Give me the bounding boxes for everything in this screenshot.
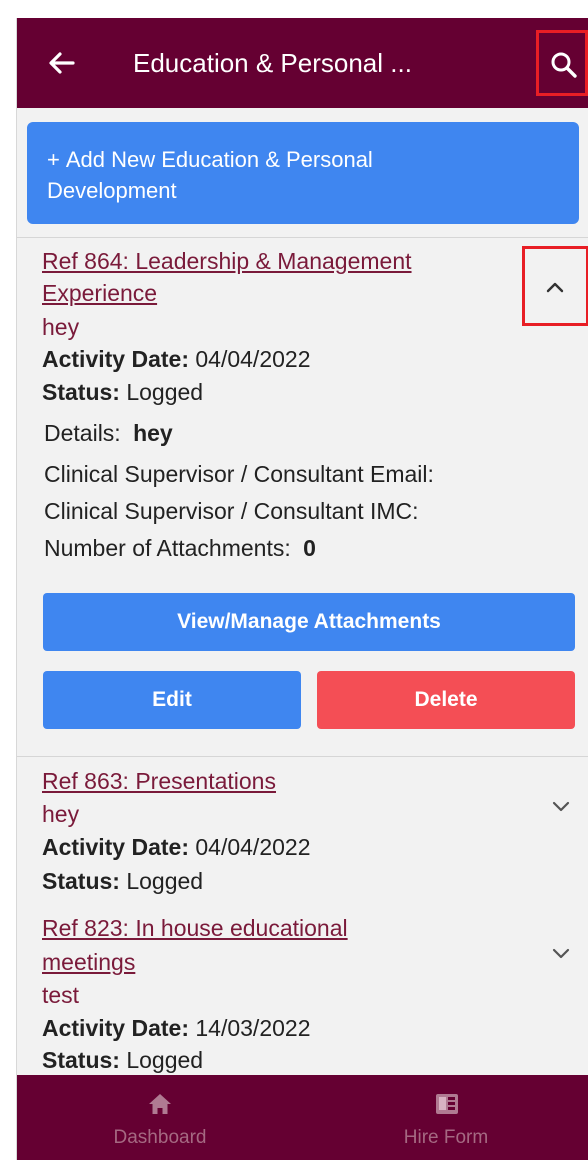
details-label: Details: <box>44 420 121 446</box>
supervisor-email-label: Clinical Supervisor / Consultant Email: <box>44 461 434 487</box>
status-value: Logged <box>126 868 204 894</box>
plus-icon: + <box>47 147 60 172</box>
entry-subtitle: hey <box>42 801 80 827</box>
details-row: Details: hey <box>44 420 173 447</box>
home-icon <box>149 1094 171 1114</box>
status-value: Logged <box>126 1047 204 1073</box>
add-button-label-line2: Development <box>47 178 177 203</box>
status-label: Status: <box>42 379 120 405</box>
activity-date-value: 04/04/2022 <box>195 834 311 860</box>
add-education-button[interactable]: + Add New Education & Personal Developmen… <box>27 122 579 224</box>
app-frame: Education & Personal ... + Add New Educat… <box>16 18 588 1160</box>
delete-button[interactable]: Delete <box>317 671 575 729</box>
status-value: Logged <box>126 379 204 405</box>
app-header: Education & Personal ... <box>17 18 588 108</box>
entry-title-link[interactable]: Ref 823: In house educational <box>42 915 348 942</box>
divider <box>17 756 588 757</box>
activity-date-row: Activity Date: 04/04/2022 <box>42 346 311 373</box>
activity-date-value: 14/03/2022 <box>195 1015 311 1041</box>
attachments-row: Number of Attachments: 0 <box>44 535 316 562</box>
page-title: Education & Personal ... <box>133 48 412 78</box>
activity-date-label: Activity Date: <box>42 1015 189 1041</box>
chevron-down-icon[interactable] <box>551 947 571 959</box>
search-button[interactable] <box>536 30 588 96</box>
arrow-left-icon <box>49 52 75 74</box>
nav-hire-form[interactable]: Hire Form <box>303 1075 588 1160</box>
attachments-label: Number of Attachments: <box>44 535 291 561</box>
entry-subtitle: hey <box>42 314 80 340</box>
entry-title-link-line2[interactable]: meetings <box>42 949 135 976</box>
activity-date-row: Activity Date: 04/04/2022 <box>42 834 311 861</box>
activity-date-label: Activity Date: <box>42 834 189 860</box>
view-attachments-button[interactable]: View/Manage Attachments <box>43 593 575 651</box>
activity-date-value: 04/04/2022 <box>195 346 311 372</box>
search-icon <box>551 52 577 78</box>
status-row: Status: Logged <box>42 868 203 895</box>
supervisor-imc-label: Clinical Supervisor / Consultant IMC: <box>44 498 419 524</box>
add-button-label-line1: Add New Education & Personal <box>65 147 373 172</box>
entry-title-link[interactable]: Ref 863: Presentations <box>42 768 276 795</box>
back-button[interactable] <box>45 46 79 80</box>
divider <box>17 237 588 238</box>
status-row: Status: Logged <box>42 1047 203 1074</box>
status-label: Status: <box>42 868 120 894</box>
entry-title-link-line2[interactable]: Experience <box>42 280 157 307</box>
activity-date-label: Activity Date: <box>42 346 189 372</box>
nav-hire-form-label: Hire Form <box>403 1127 489 1148</box>
attachments-count: 0 <box>303 535 316 561</box>
status-label: Status: <box>42 1047 120 1073</box>
bottom-navigation: Dashboard Hire Form <box>17 1075 588 1160</box>
details-value: hey <box>133 420 173 446</box>
collapse-toggle[interactable] <box>522 246 588 326</box>
chevron-up-icon <box>546 282 564 293</box>
nav-dashboard[interactable]: Dashboard <box>17 1075 303 1160</box>
edit-button[interactable]: Edit <box>43 671 301 729</box>
form-icon <box>436 1094 458 1114</box>
chevron-down-icon[interactable] <box>551 800 571 812</box>
entry-title-link[interactable]: Ref 864: Leadership & Management <box>42 248 412 275</box>
activity-date-row: Activity Date: 14/03/2022 <box>42 1015 311 1042</box>
status-row: Status: Logged <box>42 379 203 406</box>
nav-dashboard-label: Dashboard <box>113 1127 207 1148</box>
entry-subtitle: test <box>42 982 80 1008</box>
